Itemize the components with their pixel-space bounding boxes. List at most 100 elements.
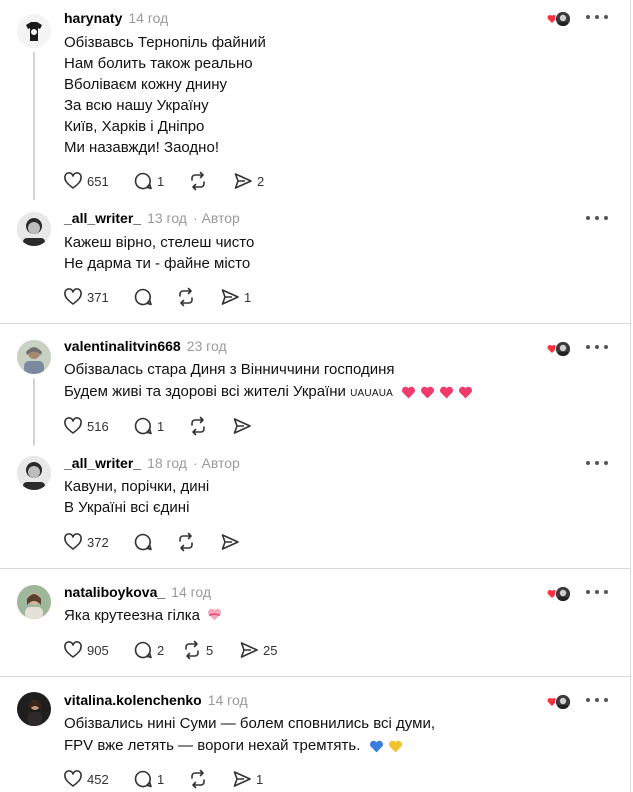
repost-button[interactable]: [188, 768, 212, 790]
more-dots-icon: [586, 461, 590, 465]
more-options-button[interactable]: [586, 213, 608, 223]
author-badge: Автор: [193, 455, 240, 471]
repost-button[interactable]: 5: [182, 639, 213, 661]
repost-arrows-icon: [179, 532, 193, 552]
like-button[interactable]: 372: [63, 531, 109, 553]
thread-line: [33, 378, 35, 446]
reply-button[interactable]: [133, 531, 157, 553]
avatar[interactable]: [17, 212, 51, 246]
avatar[interactable]: [17, 14, 51, 48]
timestamp: 14 год: [207, 692, 248, 708]
reply-button[interactable]: 2: [133, 639, 164, 661]
more-options-button[interactable]: [586, 458, 608, 468]
repost-button[interactable]: [176, 531, 200, 553]
like-button[interactable]: 905: [63, 639, 109, 661]
heart-outline-icon: [64, 172, 82, 189]
share-button[interactable]: [232, 415, 256, 437]
more-options-button[interactable]: [586, 342, 608, 352]
emoji-hearts: [401, 385, 473, 400]
post-text-line: Кавуни, порічки, дині: [64, 478, 210, 495]
more-options-button[interactable]: [586, 695, 608, 705]
speech-bubble-icon: [134, 288, 152, 306]
username[interactable]: _all_writer_: [64, 455, 141, 471]
repost-arrows-icon: [191, 769, 205, 789]
pink-heart-icon: [459, 386, 473, 398]
post-text-line: Нам болить також реально: [64, 55, 253, 72]
repost-button[interactable]: [188, 415, 212, 437]
thread-divider: [0, 323, 630, 324]
username[interactable]: vitalina.kolenchenko: [64, 692, 202, 708]
post-text-line: Вболіваєм кожну днину: [64, 76, 228, 93]
reply-count: 1: [157, 173, 165, 189]
repost-button[interactable]: [188, 170, 212, 192]
share-button[interactable]: 2: [233, 170, 264, 192]
thread-divider: [0, 568, 630, 569]
paper-plane-icon: [221, 289, 239, 305]
share-button[interactable]: [220, 531, 244, 553]
avatar[interactable]: [17, 456, 51, 490]
liked-by-author-badge: [547, 584, 573, 602]
share-button[interactable]: 25: [239, 639, 277, 661]
liked-by-author-badge: [547, 692, 573, 710]
repost-count: 5: [206, 642, 214, 658]
threads-comment-feed: harynaty 14 год Обізвавсь Тернопіль файни…: [0, 0, 631, 792]
like-button[interactable]: 516: [63, 415, 109, 437]
reply-count: 1: [157, 418, 165, 434]
timestamp: 18 год: [147, 455, 187, 471]
paper-plane-icon: [221, 534, 239, 550]
share-count: 1: [244, 289, 252, 305]
username[interactable]: harynaty: [64, 10, 122, 26]
avatar[interactable]: [17, 340, 51, 374]
author-mini-avatar: [555, 586, 571, 602]
more-dots-icon: [586, 590, 590, 594]
repost-arrows-icon: [191, 416, 205, 436]
heart-outline-icon: [64, 288, 82, 305]
thread-divider: [0, 676, 630, 677]
reply-button[interactable]: [133, 286, 157, 308]
repost-arrows-icon: [179, 287, 193, 307]
more-options-button[interactable]: [586, 587, 608, 597]
like-count: 372: [87, 534, 109, 550]
timestamp: 23 год: [186, 338, 227, 354]
post-text-line: Будем живі та здорові всі жителі України: [64, 383, 346, 400]
speech-bubble-icon: [134, 172, 152, 190]
share-count: 25: [263, 642, 278, 658]
ribbon-heart-icon: [208, 608, 222, 621]
like-count: 516: [87, 418, 109, 434]
reply-count: 2: [157, 642, 165, 658]
username[interactable]: nataliboykova_: [64, 584, 165, 600]
avatar[interactable]: [17, 692, 51, 726]
timestamp: 14 год: [171, 584, 212, 600]
speech-bubble-icon: [134, 417, 152, 435]
speech-bubble-icon: [134, 533, 152, 551]
repost-arrows-icon: [185, 640, 199, 660]
post-text-line: Яка крутеезна гілка: [64, 607, 200, 624]
reply-button[interactable]: 1: [133, 170, 164, 192]
paper-plane-icon: [233, 771, 251, 787]
timestamp: 13 год: [147, 210, 187, 226]
post-text-line: Ми назавжди! Заодно!: [64, 139, 219, 156]
like-count: 651: [87, 173, 109, 189]
liked-by-author-badge: [547, 9, 573, 27]
reply-button[interactable]: 1: [133, 415, 164, 437]
like-button[interactable]: 452: [63, 768, 109, 790]
username[interactable]: valentinalitvin668: [64, 338, 181, 354]
pink-heart-icon: [440, 386, 454, 398]
blue-heart-icon: [369, 740, 383, 752]
yellow-heart-icon: [388, 740, 402, 752]
reply-count: 1: [157, 771, 165, 787]
heart-outline-icon: [64, 770, 82, 787]
avatar[interactable]: [17, 585, 51, 619]
heart-outline-icon: [64, 417, 82, 434]
share-button[interactable]: 1: [220, 286, 251, 308]
reply-button[interactable]: 1: [133, 768, 164, 790]
post-text-line: Обізвавсь Тернопіль файний: [64, 34, 266, 51]
share-button[interactable]: 1: [232, 768, 263, 790]
more-options-button[interactable]: [586, 12, 608, 22]
username[interactable]: _all_writer_: [64, 210, 141, 226]
post-text-line: В Україні всі єдині: [64, 499, 190, 516]
like-button[interactable]: 371: [63, 286, 109, 308]
repost-button[interactable]: [176, 286, 200, 308]
paper-plane-icon: [233, 418, 251, 434]
like-button[interactable]: 651: [63, 170, 109, 192]
